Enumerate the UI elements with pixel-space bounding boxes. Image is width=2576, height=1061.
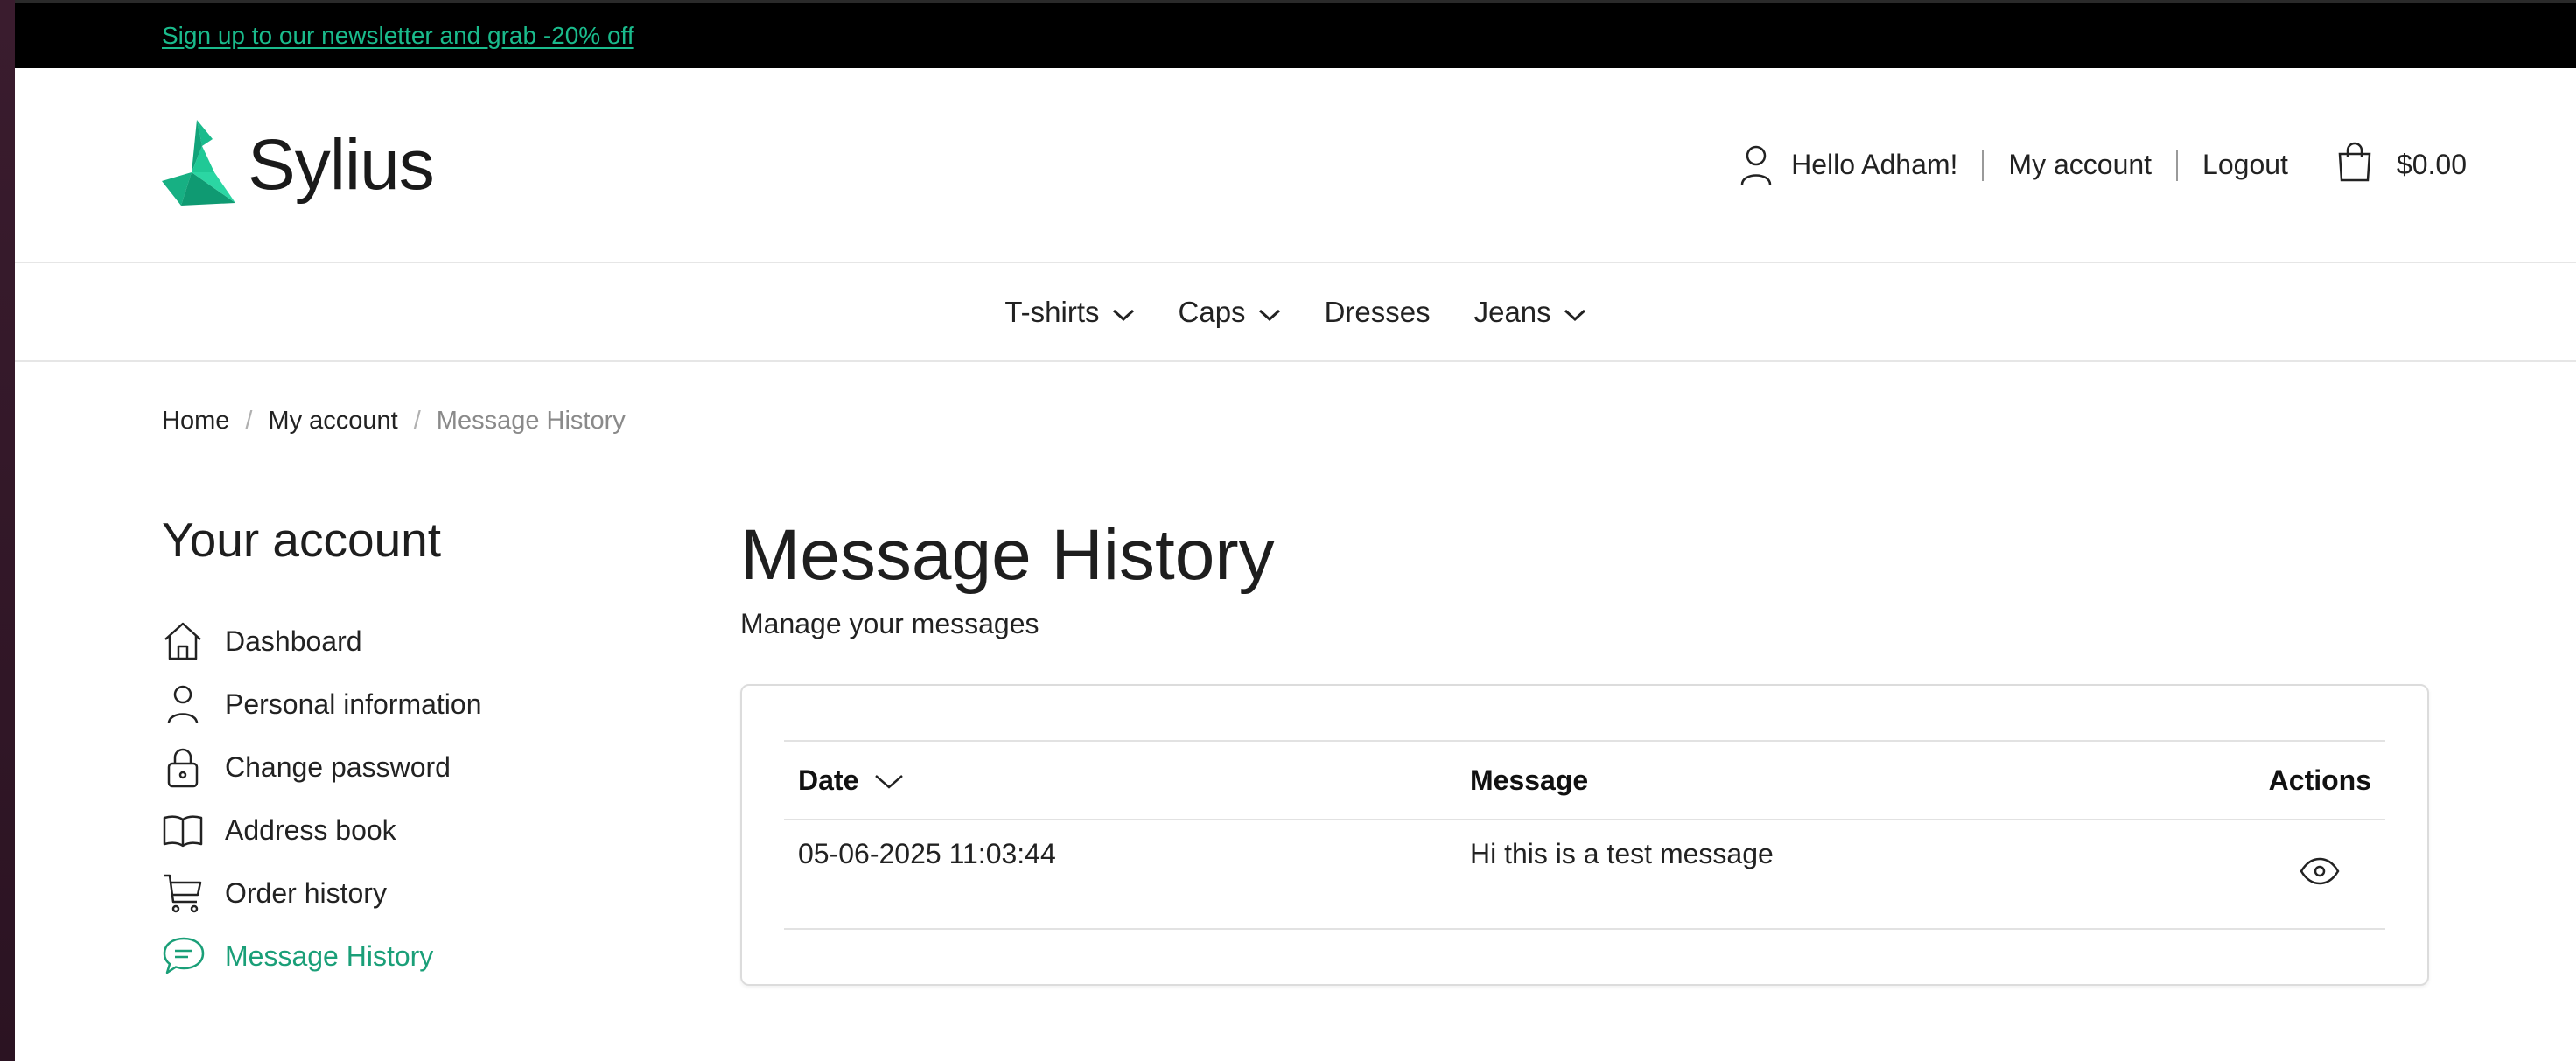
nav-item-caps[interactable]: Caps bbox=[1179, 296, 1281, 329]
nav-item-tshirts[interactable]: T-shirts bbox=[1004, 296, 1134, 329]
logo[interactable]: Sylius bbox=[162, 120, 435, 210]
brand-name: Sylius bbox=[248, 124, 435, 205]
lock-icon bbox=[162, 744, 207, 790]
breadcrumb-home[interactable]: Home bbox=[162, 407, 229, 436]
window-edge bbox=[0, 0, 15, 1061]
shopping-bag-icon bbox=[2337, 142, 2372, 189]
nav-label: Dresses bbox=[1324, 295, 1431, 328]
sidebar-item-change-password[interactable]: Change password bbox=[162, 736, 652, 799]
main-content: Message History Manage your messages Dat… bbox=[740, 512, 2429, 986]
newsletter-link[interactable]: Sign up to our newsletter and grab -20% … bbox=[162, 22, 634, 50]
chevron-down-icon bbox=[1258, 296, 1281, 329]
book-icon bbox=[162, 807, 207, 853]
cart-button[interactable]: $0.00 bbox=[2337, 142, 2467, 189]
nav-label: Caps bbox=[1178, 295, 1246, 328]
eye-icon[interactable] bbox=[2300, 857, 2340, 892]
sidebar-item-label: Order history bbox=[225, 876, 387, 909]
message-date: 05-06-2025 11:03:44 bbox=[798, 838, 1056, 869]
page-title: Message History bbox=[740, 515, 1275, 595]
nav-item-jeans[interactable]: Jeans bbox=[1474, 296, 1586, 329]
user-menu: Hello Adham! My account Logout $0.00 bbox=[1740, 142, 2467, 189]
message-text: Hi this is a test message bbox=[1470, 838, 1774, 869]
sidebar-item-label: Dashboard bbox=[225, 625, 362, 657]
sidebar-item-message-history[interactable]: Message History bbox=[162, 925, 652, 988]
user-icon bbox=[1740, 144, 1772, 186]
sidebar-item-label: Personal information bbox=[225, 688, 482, 720]
newsletter-bar: Sign up to our newsletter and grab -20% … bbox=[15, 0, 2576, 68]
sidebar-item-label: Change password bbox=[225, 750, 451, 783]
site-header: Sylius Hello Adham! My account Logout $0… bbox=[15, 68, 2576, 263]
sidebar-item-label: Address book bbox=[225, 813, 396, 846]
message-column-header: Message bbox=[1470, 764, 1589, 796]
cart-total: $0.00 bbox=[2396, 149, 2467, 180]
cart-icon bbox=[162, 870, 207, 916]
page-subtitle: Manage your messages bbox=[740, 608, 1040, 639]
sidebar-item-dashboard[interactable]: Dashboard bbox=[162, 610, 652, 673]
table-header-row: Date Message Actions bbox=[784, 741, 2385, 820]
divider bbox=[1982, 149, 1984, 181]
actions-column-header: Actions bbox=[2268, 764, 2371, 796]
nav-item-dresses[interactable]: Dresses bbox=[1325, 296, 1431, 329]
my-account-link[interactable]: My account bbox=[2008, 149, 2152, 181]
sidebar-item-personal-information[interactable]: Personal information bbox=[162, 673, 652, 736]
logout-link[interactable]: Logout bbox=[2202, 149, 2288, 181]
breadcrumb-my-account[interactable]: My account bbox=[268, 407, 397, 436]
chevron-down-icon bbox=[1564, 296, 1586, 329]
chevron-down-icon bbox=[874, 764, 904, 797]
date-header-label: Date bbox=[798, 764, 859, 796]
page: Sign up to our newsletter and grab -20% … bbox=[15, 0, 2576, 1061]
table-row: 05-06-2025 11:03:44 Hi this is a test me… bbox=[784, 820, 2385, 929]
nav-label: T-shirts bbox=[1004, 295, 1100, 328]
messages-card: Date Message Actions 05-06-2025 11:03:44 bbox=[740, 684, 2429, 986]
sidebar-item-address-book[interactable]: Address book bbox=[162, 799, 652, 862]
main-navigation: T-shirts Caps Dresses Jeans bbox=[15, 263, 2576, 362]
greeting-text: Hello Adham! bbox=[1791, 149, 1958, 180]
sidebar-title: Your account bbox=[162, 513, 442, 567]
divider bbox=[2176, 149, 2179, 181]
actions-cell bbox=[2123, 820, 2385, 929]
sidebar-item-label: Message History bbox=[225, 939, 434, 972]
breadcrumb-separator: / bbox=[245, 407, 253, 435]
date-column-header[interactable]: Date bbox=[784, 741, 1456, 820]
breadcrumb: Home / My account / Message History bbox=[162, 407, 626, 436]
message-icon bbox=[162, 933, 207, 979]
nav-label: Jeans bbox=[1474, 295, 1551, 328]
user-icon bbox=[162, 681, 207, 727]
swan-logo-icon bbox=[162, 120, 235, 210]
chevron-down-icon bbox=[1112, 296, 1135, 329]
breadcrumb-separator: / bbox=[413, 407, 421, 435]
messages-table: Date Message Actions 05-06-2025 11:03:44 bbox=[784, 740, 2385, 930]
account-sidebar: Your account Dashboard Personal informat… bbox=[162, 512, 652, 988]
sidebar-item-order-history[interactable]: Order history bbox=[162, 862, 652, 925]
home-icon bbox=[162, 618, 207, 664]
breadcrumb-current: Message History bbox=[436, 407, 626, 435]
